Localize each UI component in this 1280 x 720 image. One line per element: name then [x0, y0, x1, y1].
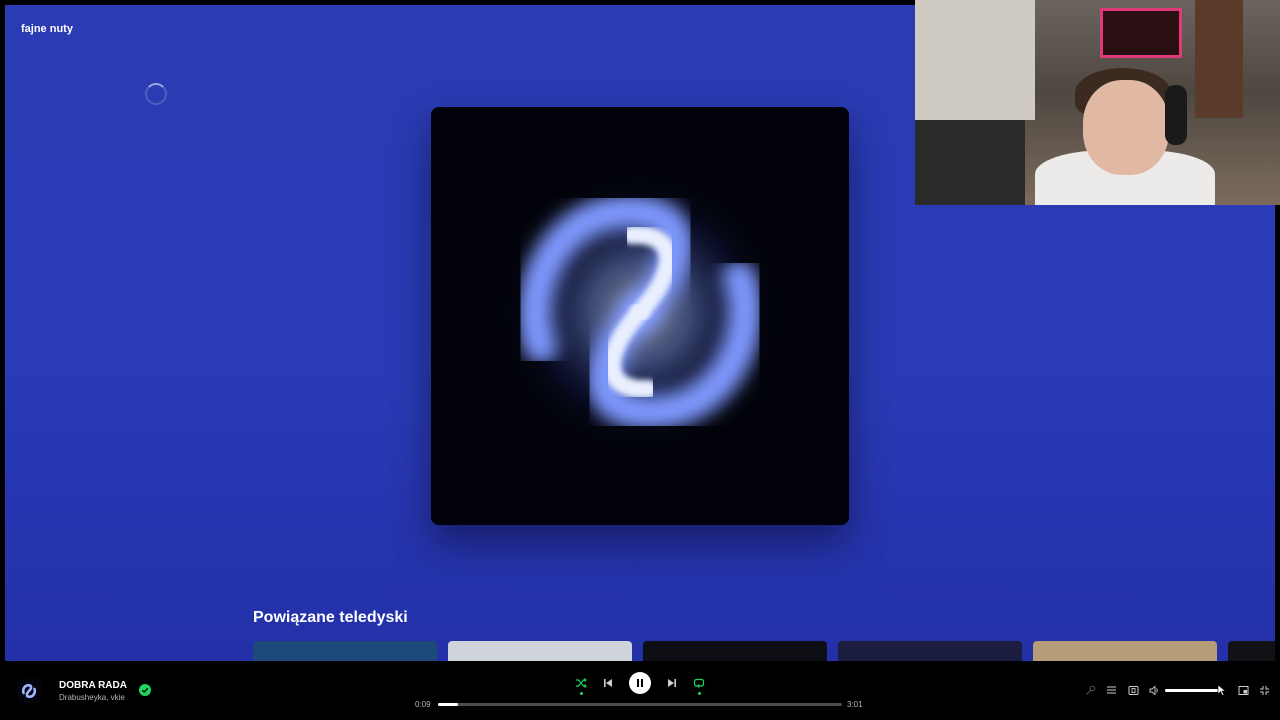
webcam-door [1195, 0, 1243, 118]
microphone-icon [1085, 685, 1095, 695]
related-videos-heading: Powiązane teledyski [253, 609, 408, 626]
related-video-thumbnail[interactable] [253, 641, 437, 661]
now-playing-cover[interactable] [17, 679, 41, 703]
repeat-active-dot [697, 692, 701, 695]
related-videos-list [253, 641, 1275, 661]
playlist-title[interactable]: fajne nuty [21, 23, 73, 35]
repeat-button[interactable] [692, 676, 706, 695]
track-artist[interactable]: Drabusheyka, vkie [59, 693, 125, 702]
related-video-thumbnail[interactable] [643, 641, 827, 661]
volume-slider[interactable] [1165, 689, 1221, 692]
skip-previous-icon [604, 679, 612, 687]
skip-next-icon [668, 679, 676, 687]
next-button[interactable] [665, 676, 679, 690]
shuffle-icon [576, 678, 587, 688]
queue-button[interactable] [1105, 684, 1117, 696]
elapsed-time: 0:09 [415, 700, 431, 709]
webcam-chair [915, 120, 1025, 205]
track-title[interactable]: DOBRA RADA [59, 680, 127, 691]
miniplayer-icon [1238, 685, 1248, 695]
miniplayer-button[interactable] [1237, 684, 1249, 696]
exit-fullscreen-button[interactable] [1258, 684, 1270, 696]
webcam-person-face [1083, 80, 1169, 175]
exit-fullscreen-icon [1259, 685, 1269, 695]
webcam-overlay [915, 0, 1280, 205]
webcam-headset [1165, 85, 1187, 145]
progress-bar[interactable] [438, 703, 842, 706]
repeat-icon [693, 678, 705, 688]
volume-fill [1165, 689, 1219, 692]
shuffle-button[interactable] [574, 676, 588, 695]
player-bar: DOBRA RADA Drabusheyka, vkie 0:09 3:01 [0, 661, 1280, 720]
shuffle-active-dot [579, 692, 583, 695]
mute-button[interactable] [1148, 684, 1160, 696]
album-cover [431, 107, 849, 525]
connect-device-button[interactable] [1127, 684, 1139, 696]
pause-icon [637, 679, 643, 687]
previous-button[interactable] [601, 676, 615, 690]
related-video-thumbnail[interactable] [1033, 641, 1217, 661]
related-video-thumbnail[interactable] [448, 641, 632, 661]
loading-spinner-icon [145, 83, 167, 105]
related-video-thumbnail[interactable] [838, 641, 1022, 661]
related-video-thumbnail[interactable] [1228, 641, 1275, 661]
connect-device-icon [1128, 685, 1138, 695]
galaxy-artwork [431, 107, 849, 525]
progress-fill [438, 703, 459, 706]
webcam-tv [1100, 8, 1182, 58]
mouse-cursor-icon [1216, 684, 1228, 696]
queue-icon [1106, 685, 1116, 694]
speaker-icon [1149, 685, 1158, 695]
liked-check-icon[interactable] [139, 684, 151, 696]
lyrics-button[interactable] [1084, 684, 1096, 696]
webcam-wall [915, 0, 1035, 120]
pause-button[interactable] [629, 672, 651, 694]
duration-time: 3:01 [847, 700, 863, 709]
